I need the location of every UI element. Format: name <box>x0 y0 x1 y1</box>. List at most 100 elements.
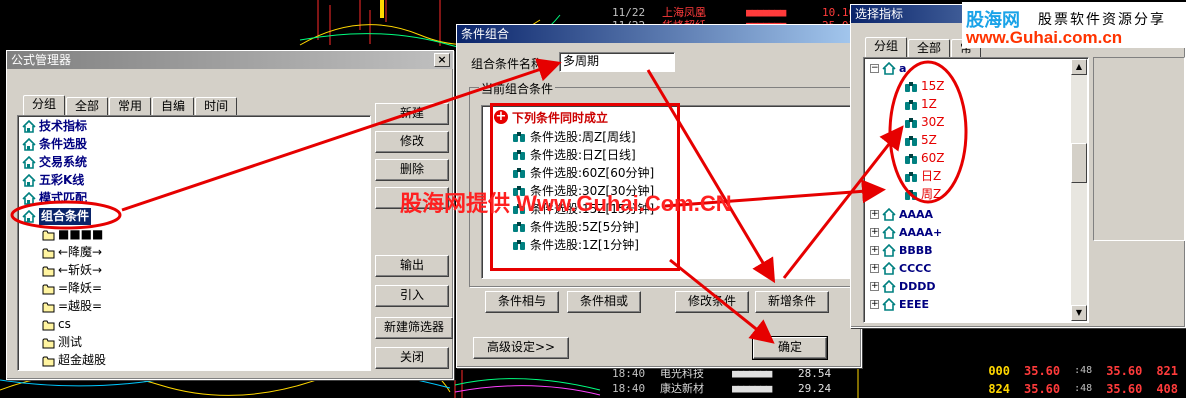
expand-icon[interactable]: + <box>870 264 879 273</box>
ticker-volume: 408 <box>1156 382 1178 396</box>
expand-icon[interactable]: + <box>870 228 879 237</box>
condition-combo-titlebar[interactable]: 条件组合 <box>457 25 861 43</box>
folder-icon <box>42 338 55 348</box>
tree-item[interactable]: 30Z <box>904 114 945 131</box>
new-button[interactable]: 新建 <box>375 103 449 125</box>
edit-condition-button[interactable]: 修改条件 <box>675 291 749 313</box>
condition-or-button[interactable]: 条件相或 <box>567 291 641 313</box>
folder-icon <box>42 266 55 276</box>
tree-item[interactable]: + AAAA <box>870 206 933 223</box>
tree-item[interactable]: − a <box>870 60 906 77</box>
tree-label: AAAA <box>899 208 934 221</box>
tree-item[interactable]: 超金越股 <box>42 352 106 369</box>
condition-and-button[interactable]: 条件相与 <box>485 291 559 313</box>
tree-item[interactable]: 五彩K线 <box>22 172 84 189</box>
ticker-volume: 821 <box>1156 364 1178 378</box>
tree-item[interactable]: 测试 <box>42 334 82 351</box>
expand-icon[interactable]: + <box>870 210 879 219</box>
ticker-qty: 000 <box>988 364 1010 378</box>
import-button[interactable]: 引入 <box>375 285 449 307</box>
delete-button[interactable]: 删除 <box>375 159 449 181</box>
window-title: 选择指标 <box>855 7 904 21</box>
tree-item[interactable]: 15Z <box>904 78 945 95</box>
tree-item[interactable]: 5Z <box>904 132 937 149</box>
tree-label: 交易系统 <box>39 155 88 169</box>
scroll-thumb[interactable] <box>1071 143 1087 183</box>
indicator-scrollbar[interactable]: ▲ ▼ <box>1071 59 1087 321</box>
add-condition-button[interactable]: 新增条件 <box>755 291 829 313</box>
tab-common[interactable]: 常用 <box>109 97 152 116</box>
new-filter-button[interactable]: 新建筛选器 <box>375 317 453 339</box>
tree-item[interactable]: 60Z <box>904 150 945 167</box>
folder-icon <box>42 230 55 240</box>
ticker-row: 18:40 电光科技 ■■■■■■■ 28.54 <box>612 366 902 381</box>
tree-label: 五彩K线 <box>39 173 85 187</box>
tree-item[interactable]: 周Z <box>904 186 941 203</box>
tree-item[interactable]: 日Z <box>904 168 941 185</box>
tree-label: ←斩妖→ <box>58 263 103 277</box>
ok-button[interactable]: 确定 <box>752 336 828 360</box>
tab-all[interactable]: 全部 <box>66 97 109 116</box>
ticker-price: 35.60 <box>1024 364 1061 378</box>
tree-item-combo-selected[interactable]: 组合条件 <box>22 208 92 225</box>
binoculars-icon <box>905 117 917 128</box>
tree-item[interactable]: 1Z <box>904 96 937 113</box>
tab-group[interactable]: 分组 <box>23 95 66 116</box>
tree-item[interactable]: 交易系统 <box>22 154 87 171</box>
tree-label: cs <box>58 317 71 331</box>
tab-time[interactable]: 时间 <box>195 97 238 116</box>
close-window-button[interactable]: 关闭 <box>375 347 449 369</box>
tree-item[interactable]: 技术指标 <box>22 118 87 135</box>
tree-item[interactable]: =降妖= <box>42 280 102 297</box>
ticker-boxes: ■■■■■■■ <box>732 367 772 380</box>
house-icon <box>882 226 896 239</box>
advanced-settings-button[interactable]: 高级设定>> <box>473 337 569 359</box>
tab-all[interactable]: 全部 <box>908 39 951 58</box>
indicator-tree[interactable]: − a 15Z 1Z 30Z 5Z 60Z 日Z 周Z + AAAA + AAAA+ … <box>863 57 1089 323</box>
expand-icon[interactable]: + <box>870 246 879 255</box>
tree-label: 15Z <box>921 79 945 93</box>
combo-name-input[interactable]: 多周期 <box>559 52 675 72</box>
tree-item[interactable]: + CCCC <box>870 260 931 277</box>
ticker-row: 18:40 康达新材 ■■■■■■■ 29.24 <box>612 381 902 396</box>
ticker-name: 康达新材 <box>660 382 704 395</box>
formula-tree[interactable]: 技术指标 条件选股 交易系统 五彩K线 模式匹配 组合条件 ■■■■ ←降魔→ … <box>17 115 371 371</box>
tree-item[interactable]: + DDDD <box>870 278 936 295</box>
tree-label: 日Z <box>921 169 942 183</box>
tree-label: 超金越股 <box>58 353 107 367</box>
tree-item[interactable]: =越股= <box>42 298 102 315</box>
tree-item[interactable]: cs <box>42 316 71 333</box>
expand-icon[interactable]: + <box>870 282 879 291</box>
folder-icon <box>42 302 55 312</box>
ticker-stamp: :48 <box>1074 383 1093 394</box>
scroll-up-icon[interactable]: ▲ <box>1071 59 1087 75</box>
expand-icon[interactable]: + <box>870 300 879 309</box>
tree-item[interactable]: + EEEE <box>870 296 929 313</box>
close-button[interactable]: × <box>434 53 450 67</box>
scroll-down-icon[interactable]: ▼ <box>1071 305 1087 321</box>
collapse-icon[interactable]: − <box>870 64 879 73</box>
folder-icon <box>42 284 55 294</box>
edit-button[interactable]: 修改 <box>375 131 449 153</box>
tab-group[interactable]: 分组 <box>865 37 908 58</box>
tree-item[interactable]: ←降魔→ <box>42 244 102 261</box>
tree-item[interactable]: + BBBB <box>870 242 933 259</box>
tab-custom[interactable]: 自编 <box>152 97 195 116</box>
binoculars-icon <box>905 135 917 146</box>
house-icon <box>882 62 896 75</box>
tree-item[interactable]: + AAAA+ <box>870 224 942 241</box>
tree-item[interactable]: ←斩妖→ <box>42 262 102 279</box>
tree-label: EEEE <box>899 298 930 311</box>
ticker-bottom: 18:40 电光科技 ■■■■■■■ 28.54 18:40 康达新材 ■■■■… <box>612 366 902 396</box>
export-button[interactable]: 输出 <box>375 255 449 277</box>
watermark-text: 股海网提供 Www.Guhai.Com.CN <box>400 191 732 216</box>
house-icon <box>882 208 896 221</box>
indicator-preview <box>1093 57 1185 241</box>
tree-item[interactable]: 模式匹配 <box>22 190 87 207</box>
ticker-stamp: :48 <box>1074 365 1093 376</box>
formula-manager-titlebar[interactable]: 公式管理器 × <box>7 51 453 69</box>
tree-item[interactable]: 条件选股 <box>22 136 87 153</box>
tree-item[interactable]: ■■■■ <box>42 226 103 243</box>
house-icon <box>22 192 36 205</box>
window-title: 公式管理器 <box>11 53 72 67</box>
